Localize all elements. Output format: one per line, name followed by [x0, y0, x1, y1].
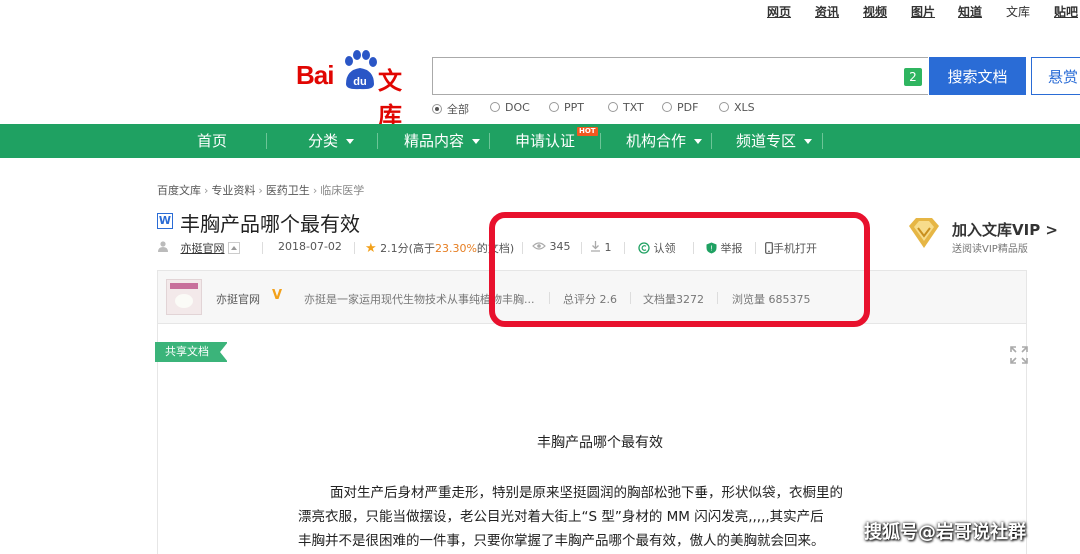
breadcrumb-item[interactable]: 医药卫生: [266, 184, 310, 197]
nav-category[interactable]: 分类: [308, 124, 355, 158]
breadcrumb-item[interactable]: 临床医学: [320, 184, 364, 197]
nav-divider: [266, 133, 267, 149]
nav-divider: [600, 133, 601, 149]
breadcrumb: 百度文库 › 专业资料 › 医药卫生 › 临床医学: [157, 182, 364, 198]
nav-divider: [711, 133, 712, 149]
fullscreen-icon[interactable]: [1010, 346, 1028, 364]
author-name[interactable]: 亦挺官网: [216, 291, 260, 307]
filetype-ppt[interactable]: PPT: [549, 101, 584, 114]
breadcrumb-item[interactable]: 专业资料: [211, 184, 255, 197]
nav-home[interactable]: 首页: [197, 124, 227, 158]
watermark: 搜狐号@岩哥说社群: [864, 522, 1026, 543]
word-doc-icon: W: [157, 213, 173, 229]
chevron-down-icon: [694, 139, 703, 144]
chevron-down-icon: [472, 139, 481, 144]
verified-v-icon: V: [272, 288, 283, 303]
logo-bai: Bai: [296, 60, 334, 90]
filetype-doc[interactable]: DOC: [490, 101, 530, 114]
hot-badge: HOT: [577, 127, 598, 136]
toplink-wenku[interactable]: 文库: [1006, 3, 1030, 20]
meta-divider: [354, 242, 355, 254]
document-paragraph-line: 面对生产后身材严重走形，特别是原来坚挺圆润的胸部松弛下垂，形状似袋，衣橱里的: [330, 485, 843, 501]
page-title: 丰胸产品哪个最有效: [180, 212, 360, 236]
radio-icon: [432, 104, 442, 114]
document-heading: 丰胸产品哪个最有效: [537, 435, 663, 451]
vip-subtitle: 送阅读VIP精品版: [952, 244, 1028, 255]
nav-divider: [489, 133, 490, 149]
logo-wenku: 文库: [378, 67, 402, 130]
filetype-pdf[interactable]: PDF: [662, 101, 698, 114]
baidu-paw-icon: du: [345, 50, 377, 90]
toplink-news[interactable]: 资讯: [815, 3, 839, 20]
meta-divider: [262, 242, 263, 254]
upload-date: 2018-07-02: [278, 240, 342, 253]
radio-icon: [719, 102, 729, 112]
nav-partnership[interactable]: 机构合作: [626, 124, 703, 158]
shared-doc-tag: 共享文档: [155, 342, 228, 362]
breadcrumb-item[interactable]: 百度文库: [157, 184, 201, 197]
toplink-images[interactable]: 图片: [911, 3, 935, 20]
breadcrumb-separator: ›: [258, 184, 263, 197]
user-icon: [158, 241, 168, 252]
breadcrumb-separator: ›: [204, 184, 209, 197]
star-icon: ★: [365, 241, 377, 256]
radio-icon: [662, 102, 672, 112]
toplink-zhidao[interactable]: 知道: [958, 3, 982, 20]
document-paragraph-line: 丰胸并不是很困难的一件事，只要你掌握了丰胸产品哪个最有效，傲人的美胸就会回来。: [298, 533, 825, 549]
filetype-txt[interactable]: TXT: [608, 101, 644, 114]
vip-diamond-icon[interactable]: [906, 216, 942, 250]
logo-du: du: [353, 76, 366, 88]
search-docs-button[interactable]: 搜索文档: [929, 57, 1026, 95]
toplink-tieba[interactable]: 贴吧: [1054, 3, 1078, 20]
radio-icon: [549, 102, 559, 112]
toplink-web[interactable]: 网页: [767, 3, 791, 20]
toplink-video[interactable]: 视频: [863, 3, 887, 20]
uploader-info: 亦挺官网: [157, 240, 240, 256]
chevron-up-icon[interactable]: [227, 242, 240, 254]
nav-channels[interactable]: 频道专区: [736, 124, 813, 158]
uploader-link[interactable]: 亦挺官网: [181, 242, 225, 255]
chevron-down-icon: [804, 139, 813, 144]
search-input[interactable]: 2: [432, 57, 928, 95]
nav-divider: [822, 133, 823, 149]
reward-button[interactable]: 悬赏: [1031, 57, 1080, 95]
document-paragraph-line: 漂亮衣服，只能当做摆设，老公目光对着大街上“S 型”身材的 MM 闪闪发亮,,,…: [298, 509, 824, 525]
breadcrumb-separator: ›: [312, 184, 318, 197]
top-links: 网页 资讯 视频 图片 知道 文库 贴吧: [0, 0, 1080, 24]
radio-icon: [490, 102, 500, 112]
red-highlight-box: [489, 212, 870, 327]
main-nav: 首页 分类 精品内容 申请认证 机构合作 频道专区: [0, 124, 1080, 158]
nav-premium[interactable]: 精品内容: [404, 124, 481, 158]
author-thumbnail[interactable]: [166, 279, 202, 315]
filetype-all[interactable]: 全部: [432, 101, 469, 117]
filetype-xls[interactable]: XLS: [719, 101, 755, 114]
vip-join-link[interactable]: 加入文库VIP >: [952, 219, 1058, 240]
nav-certification[interactable]: 申请认证: [515, 124, 575, 158]
radio-icon: [608, 102, 618, 112]
chevron-down-icon: [346, 139, 355, 144]
nav-divider: [377, 133, 378, 149]
search-count-badge: 2: [904, 68, 922, 86]
